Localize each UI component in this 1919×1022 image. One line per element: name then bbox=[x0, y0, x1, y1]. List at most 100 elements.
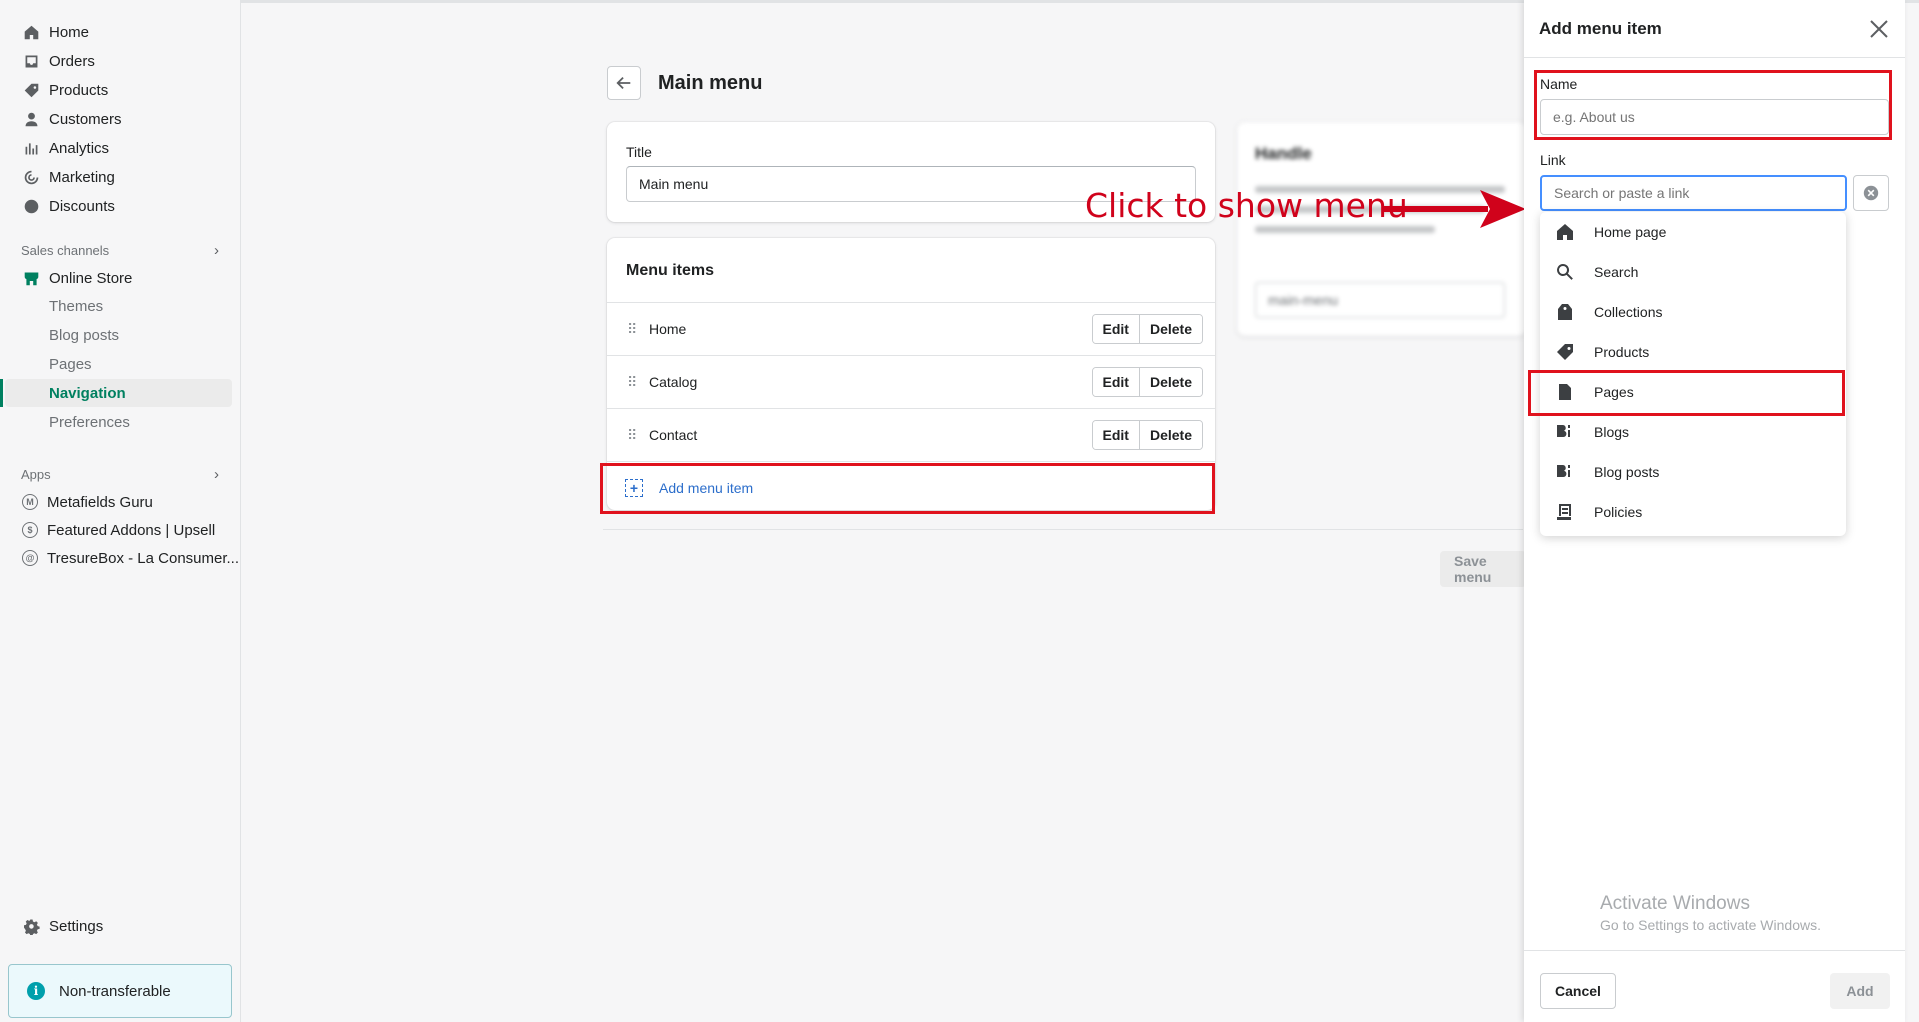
orders-icon bbox=[21, 51, 41, 71]
sidebar-item-home[interactable]: Home bbox=[21, 20, 89, 44]
sidebar-item-label: Home bbox=[49, 23, 90, 41]
delete-button[interactable]: Delete bbox=[1138, 315, 1202, 343]
menu-item-label: Catalog bbox=[649, 374, 698, 390]
annotation-text: Click to show menu bbox=[1085, 186, 1408, 225]
sidebar-item-pages[interactable]: Pages bbox=[49, 353, 92, 375]
sidebar-item-navigation[interactable]: Navigation bbox=[49, 382, 126, 404]
app-label: Metafields Guru bbox=[47, 493, 153, 511]
option-label: Search bbox=[1594, 264, 1639, 280]
sidebar-app-featured-addons[interactable]: $ Featured Addons | Upsell bbox=[22, 519, 215, 541]
drag-handle-icon[interactable]: ⠿ bbox=[627, 321, 637, 338]
option-blog-posts[interactable]: Blog posts bbox=[1540, 452, 1846, 492]
drawer-header: Add menu item bbox=[1524, 0, 1905, 58]
sidebar-item-label: Settings bbox=[49, 917, 104, 935]
menu-items-heading: Menu items bbox=[626, 262, 715, 279]
annotation-arrow-icon bbox=[1382, 190, 1526, 228]
sidebar-item-preferences[interactable]: Preferences bbox=[49, 411, 130, 433]
option-label: Blog posts bbox=[1594, 464, 1660, 480]
bar-chart-icon bbox=[21, 138, 41, 158]
store-icon bbox=[21, 268, 41, 288]
sidebar-item-products[interactable]: Products bbox=[21, 78, 108, 102]
sidebar-item-label: Marketing bbox=[49, 168, 115, 186]
sidebar-item-label: Analytics bbox=[49, 139, 110, 157]
sidebar-item-settings[interactable]: Settings bbox=[21, 914, 103, 938]
app-icon: $ bbox=[22, 522, 38, 538]
menu-item-row[interactable]: ⠿ Catalog Edit Delete bbox=[607, 355, 1215, 408]
handle-input[interactable]: main-menu bbox=[1255, 282, 1505, 318]
sidebar-item-marketing[interactable]: Marketing bbox=[21, 165, 115, 189]
row-actions: Edit Delete bbox=[1091, 367, 1203, 397]
option-home-page[interactable]: Home page bbox=[1540, 212, 1846, 252]
app-label: Featured Addons | Upsell bbox=[47, 521, 216, 539]
option-policies[interactable]: Policies bbox=[1540, 492, 1846, 532]
sidebar: Home Orders Products Customers Analytics… bbox=[0, 0, 241, 1022]
title-label: Title bbox=[626, 144, 652, 160]
link-search-input[interactable] bbox=[1540, 175, 1847, 211]
option-label: Products bbox=[1594, 344, 1650, 360]
clear-link-button[interactable] bbox=[1853, 175, 1889, 211]
sales-channels-label: Sales channels bbox=[21, 243, 110, 258]
sidebar-item-label: Orders bbox=[49, 52, 95, 70]
edit-button[interactable]: Edit bbox=[1092, 315, 1139, 343]
menu-item-row[interactable]: ⠿ Home Edit Delete bbox=[607, 302, 1215, 355]
sidebar-item-themes[interactable]: Themes bbox=[49, 295, 103, 317]
sidebar-item-analytics[interactable]: Analytics bbox=[21, 136, 109, 160]
handle-input-value: main-menu bbox=[1268, 292, 1339, 308]
page-title: Main menu bbox=[658, 72, 763, 94]
tag-icon bbox=[1554, 341, 1576, 363]
app-icon: @ bbox=[22, 550, 38, 566]
menu-item-row[interactable]: ⠿ Contact Edit Delete bbox=[607, 408, 1215, 461]
menu-item-label: Home bbox=[649, 321, 687, 337]
option-collections[interactable]: Collections bbox=[1540, 292, 1846, 332]
blog-icon bbox=[1554, 461, 1576, 483]
app-icon: M bbox=[22, 494, 38, 510]
annotation-highlight-pages bbox=[1528, 370, 1845, 416]
sidebar-item-blog-posts[interactable]: Blog posts bbox=[49, 324, 119, 346]
menu-item-label: Contact bbox=[649, 427, 698, 443]
arrow-left-icon bbox=[616, 76, 631, 90]
home-icon bbox=[1554, 221, 1576, 243]
non-transferable-banner[interactable]: i Non-transferable bbox=[8, 964, 232, 1018]
add-button[interactable]: Add bbox=[1830, 973, 1890, 1009]
option-products[interactable]: Products bbox=[1540, 332, 1846, 372]
app-label: TresureBox - La Consumer... bbox=[47, 549, 240, 567]
tag-icon bbox=[21, 80, 41, 100]
link-label: Link bbox=[1540, 152, 1566, 168]
banner-text: Non-transferable bbox=[59, 982, 171, 1000]
cancel-button[interactable]: Cancel bbox=[1540, 973, 1616, 1009]
target-icon bbox=[21, 167, 41, 187]
delete-button[interactable]: Delete bbox=[1138, 368, 1202, 396]
sidebar-item-discounts[interactable]: Discounts bbox=[21, 194, 115, 218]
sales-channels-header[interactable]: Sales channels › bbox=[21, 242, 219, 259]
row-actions: Edit Delete bbox=[1091, 314, 1203, 344]
sidebar-item-label: Online Store bbox=[49, 269, 133, 287]
search-icon bbox=[1554, 261, 1576, 283]
option-label: Home page bbox=[1594, 224, 1667, 240]
drawer-title: Add menu item bbox=[1539, 18, 1662, 38]
sidebar-item-customers[interactable]: Customers bbox=[21, 107, 122, 131]
sidebar-app-tresurebox[interactable]: @ TresureBox - La Consumer... bbox=[22, 547, 239, 569]
drag-handle-icon[interactable]: ⠿ bbox=[627, 374, 637, 391]
option-blogs[interactable]: Blogs bbox=[1540, 412, 1846, 452]
apps-header[interactable]: Apps › bbox=[21, 466, 219, 483]
sidebar-item-label: Customers bbox=[49, 110, 122, 128]
handle-heading: Handle bbox=[1255, 144, 1312, 163]
title-input-value: Main menu bbox=[639, 176, 709, 192]
sidebar-item-orders[interactable]: Orders bbox=[21, 49, 95, 73]
save-menu-button[interactable]: Save menu bbox=[1440, 551, 1526, 587]
sidebar-app-metafields-guru[interactable]: M Metafields Guru bbox=[22, 491, 153, 513]
option-label: Collections bbox=[1594, 304, 1663, 320]
sidebar-item-online-store[interactable]: Online Store bbox=[21, 266, 132, 290]
edit-button[interactable]: Edit bbox=[1092, 421, 1139, 449]
blog-icon bbox=[1554, 421, 1576, 443]
policy-icon bbox=[1554, 501, 1576, 523]
edit-button[interactable]: Edit bbox=[1092, 368, 1139, 396]
option-search[interactable]: Search bbox=[1540, 252, 1846, 292]
content-divider bbox=[603, 529, 1523, 530]
delete-button[interactable]: Delete bbox=[1138, 421, 1202, 449]
back-button[interactable] bbox=[607, 66, 641, 100]
close-icon[interactable] bbox=[1869, 19, 1889, 39]
apps-label: Apps bbox=[21, 467, 51, 482]
active-item-indicator bbox=[0, 379, 3, 407]
drag-handle-icon[interactable]: ⠿ bbox=[627, 427, 637, 444]
